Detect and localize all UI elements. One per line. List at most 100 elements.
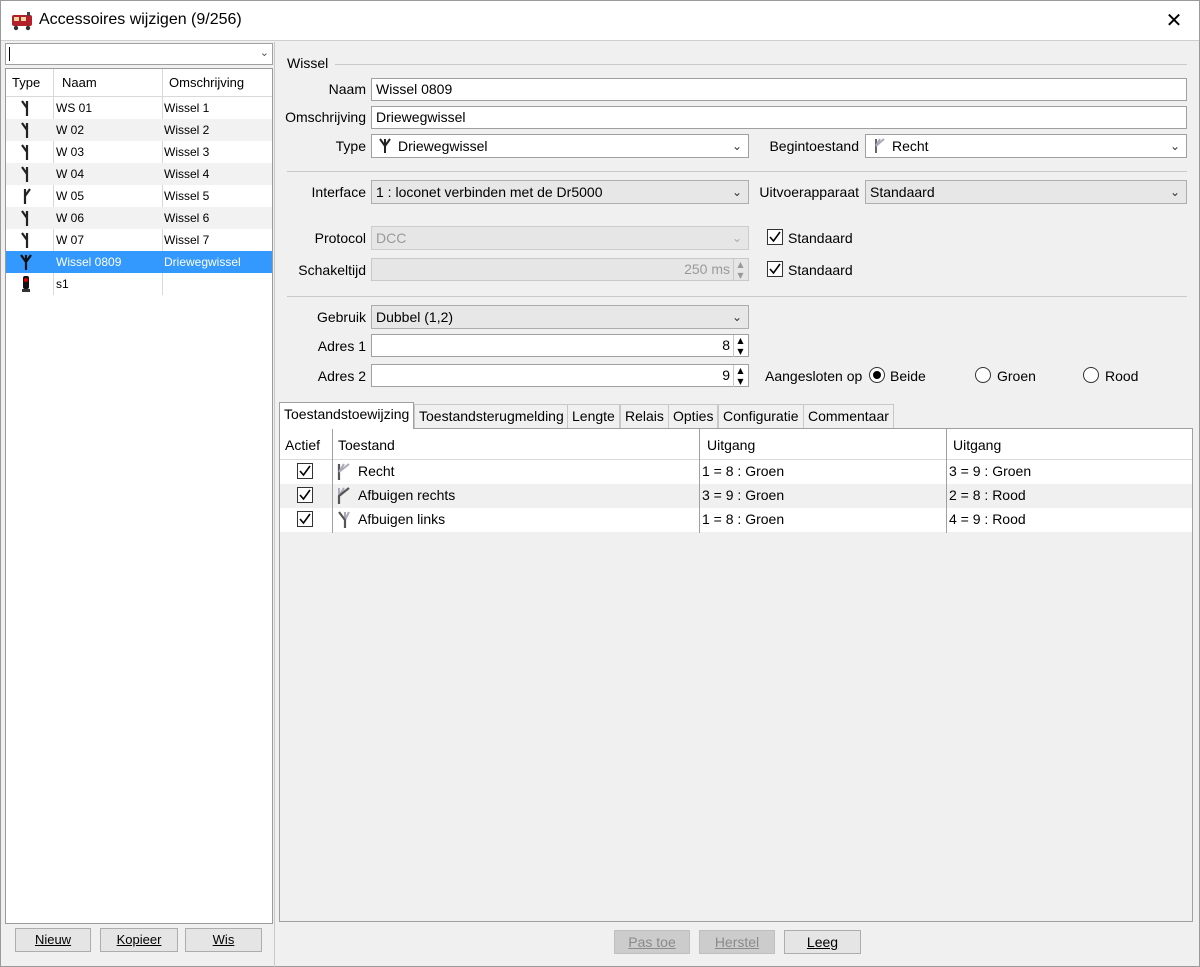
actief-checkbox[interactable] [297,463,313,479]
omschrijving-field[interactable]: Driewegwissel [371,106,1187,129]
gebruik-combo[interactable]: Dubbel (1,2) ⌄ [371,305,749,329]
pane-divider[interactable] [274,42,275,967]
list-item[interactable]: W 05 Wissel 5 [6,185,272,207]
schakeltijd-standaard-checkbox[interactable] [767,261,783,277]
filter-combo[interactable]: ⌄ [5,43,273,65]
row-naam: W 04 [56,167,85,181]
radio-beide-label: Beide [890,368,926,384]
adres1-spinner[interactable]: ▲ ▼ [733,335,747,357]
tab-opties[interactable]: Opties [668,404,719,428]
row-omschrijving: Wissel 1 [164,101,210,115]
column-header-naam[interactable]: Naam [62,75,97,90]
kopieer-button[interactable]: Kopieer [100,928,178,952]
window-title: Accessoires wijzigen (9/256) [39,11,242,28]
spin-up-icon[interactable]: ▲ [734,259,747,270]
uitgang2-cell: 4 = 9 : Rood [949,511,1026,527]
row-omschrijving: Wissel 7 [164,233,210,247]
protocol-standaard-checkbox[interactable] [767,229,783,245]
schakeltijd-spinner[interactable]: ▲ ▼ [733,259,747,281]
section-divider [335,64,1187,65]
aangesloten-label: Aangesloten op [765,368,863,384]
chevron-down-icon[interactable]: ⌄ [260,46,269,59]
uitgang2-cell: 2 = 8 : Rood [949,487,1026,503]
checkmark-icon [299,513,311,525]
table-row[interactable]: Recht 1 = 8 : Groen 3 = 9 : Groen [280,460,1192,484]
radio-groen[interactable] [975,367,991,383]
radio-rood[interactable] [1083,367,1099,383]
turnout-icon [21,166,29,182]
begintoestand-label: Begintoestand [769,138,859,154]
column-header-actief[interactable]: Actief [285,437,320,453]
table-row[interactable]: Afbuigen links 1 = 8 : Groen 4 = 9 : Roo… [280,508,1192,532]
tab-commentaar[interactable]: Commentaar [803,404,894,428]
leeg-button[interactable]: Leeg [784,930,861,954]
list-item[interactable]: W 02 Wissel 2 [6,119,272,141]
spin-down-icon[interactable]: ▼ [734,270,747,281]
column-header-uitgang[interactable]: Uitgang [707,437,755,453]
spin-down-icon[interactable]: ▼ [734,346,747,357]
list-item[interactable]: W 06 Wissel 6 [6,207,272,229]
tab-toestandstoewijzing[interactable]: Toestandstoewijzing [279,402,415,429]
column-header-uitgang[interactable]: Uitgang [953,437,1001,453]
protocol-label: Protocol [314,230,366,246]
nieuw-button[interactable]: Nieuw [15,928,91,952]
adres1-field[interactable]: 8 [371,334,749,357]
tab-configuratie[interactable]: Configuratie [718,404,804,428]
list-item[interactable]: s1 [6,273,272,295]
tab-strip: Toestandstoewijzing Toestandsterugmeldin… [277,402,1199,429]
pas-toe-button[interactable]: Pas toe [614,930,690,954]
row-naam: W 02 [56,123,85,137]
row-omschrijving: Wissel 3 [164,145,210,159]
list-item[interactable]: W 04 Wissel 4 [6,163,272,185]
radio-beide[interactable] [869,367,885,383]
column-divider[interactable] [946,429,947,533]
wis-button[interactable]: Wis [185,928,262,952]
adres1-label: Adres 1 [317,338,366,354]
checkmark-icon [769,231,781,243]
column-divider[interactable] [332,429,333,533]
begintoestand-combo[interactable]: Recht ⌄ [865,134,1187,158]
uitvoerapparaat-combo[interactable]: Standaard ⌄ [865,180,1187,204]
spin-down-icon[interactable]: ▼ [734,376,747,387]
row-omschrijving: Driewegwissel [164,255,241,269]
nieuw-label: Nieuw [34,932,72,947]
tab-lengte[interactable]: Lengte [567,404,620,428]
accessory-table: Type Naam Omschrijving WS 01 Wissel 1 W … [5,68,273,924]
adres2-label: Adres 2 [317,368,366,384]
adres2-field[interactable]: 9 [371,364,749,387]
turnout-icon [23,188,31,204]
tab-relais[interactable]: Relais [620,404,669,428]
herstel-button[interactable]: Herstel [699,930,775,954]
list-item[interactable]: W 07 Wissel 7 [6,229,272,251]
spin-up-icon[interactable]: ▲ [734,335,747,346]
list-item[interactable]: WS 01 Wissel 1 [6,97,272,119]
tab-toestandsterugmelding[interactable]: Toestandsterugmelding [414,404,569,428]
type-combo[interactable]: Driewegwissel ⌄ [371,134,749,158]
column-header-toestand[interactable]: Toestand [338,437,395,453]
naam-label: Naam [328,81,366,97]
spin-up-icon[interactable]: ▲ [734,365,747,376]
close-icon[interactable]: ✕ [1163,9,1185,31]
row-naam: W 05 [56,189,85,203]
interface-combo[interactable]: 1 : loconet verbinden met de Dr5000 ⌄ [371,180,749,204]
adres2-spinner[interactable]: ▲ ▼ [733,365,747,387]
uitgang2-cell: 3 = 9 : Groen [949,463,1032,479]
protocol-combo[interactable]: DCC ⌄ [371,226,749,250]
column-divider[interactable] [1192,429,1193,533]
schakeltijd-field[interactable]: 250 ms [371,258,749,281]
column-divider[interactable] [699,429,700,533]
herstel-label: Herstel [714,934,760,950]
actief-checkbox[interactable] [297,487,313,503]
accessory-list-pane: ⌄ Type Naam Omschrijving WS 01 Wissel 1 … [3,42,273,966]
row-naam: W 06 [56,211,85,225]
naam-field[interactable]: Wissel 0809 [371,78,1187,101]
table-row[interactable]: Afbuigen rechts 3 = 9 : Groen 2 = 8 : Ro… [280,484,1192,508]
list-item[interactable]: W 03 Wissel 3 [6,141,272,163]
actief-checkbox[interactable] [297,511,313,527]
column-header-type[interactable]: Type [12,75,40,90]
list-item-selected[interactable]: Wissel 0809 Driewegwissel [6,251,272,273]
tab-panel: Actief Toestand Uitgang Uitgang Recht 1 … [279,428,1193,922]
column-header-omschrijving[interactable]: Omschrijving [169,75,244,90]
row-naam: W 03 [56,145,85,159]
interface-label: Interface [311,184,366,200]
